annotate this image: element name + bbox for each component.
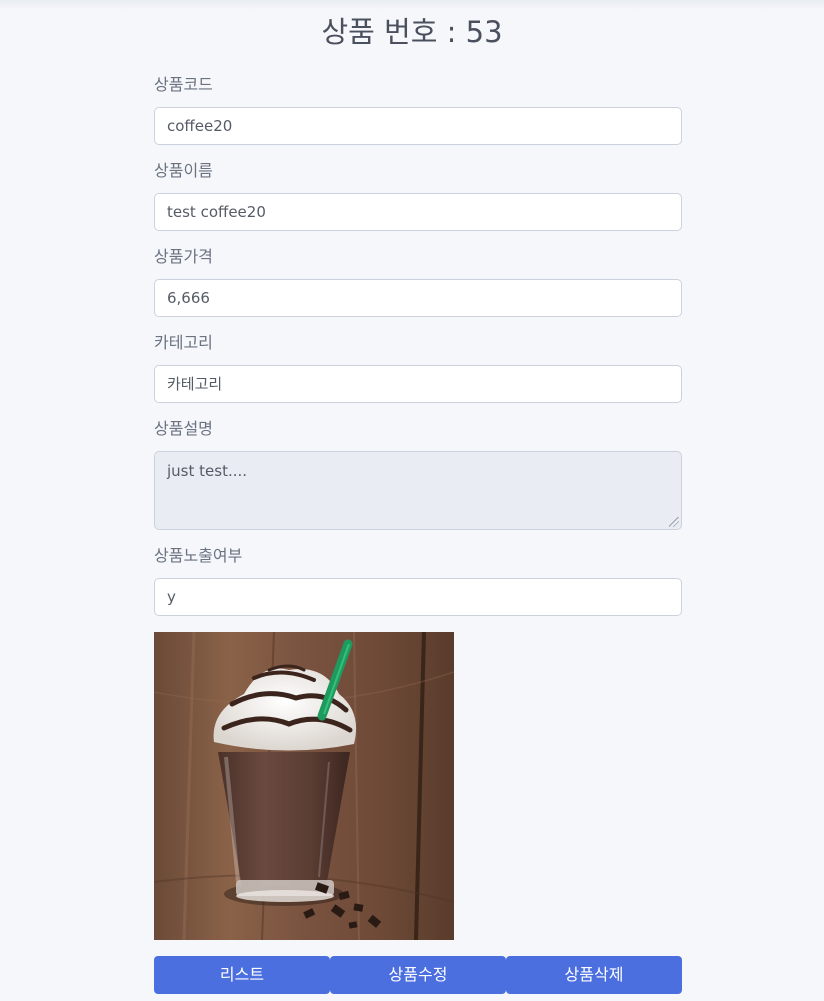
product-description-text: just test.... xyxy=(167,462,248,480)
product-code-input[interactable]: coffee20 xyxy=(154,107,682,145)
category-input[interactable]: 카테고리 xyxy=(154,365,682,403)
product-description-label: 상품설명 xyxy=(154,419,213,438)
action-buttons: 리스트 상품수정 상품삭제 xyxy=(154,956,682,994)
product-code-label: 상품코드 xyxy=(154,75,213,94)
product-price-label: 상품가격 xyxy=(154,247,213,266)
product-name-input[interactable]: test coffee20 xyxy=(154,193,682,231)
product-image xyxy=(154,632,454,940)
product-price-input[interactable]: 6,666 xyxy=(154,279,682,317)
list-button[interactable]: 리스트 xyxy=(154,956,330,994)
product-description-textarea[interactable]: just test.... xyxy=(154,451,682,530)
edit-product-button[interactable]: 상품수정 xyxy=(330,956,506,994)
resize-grip-icon[interactable] xyxy=(669,517,679,527)
display-status-input[interactable]: y xyxy=(154,578,682,616)
display-status-label: 상품노출여부 xyxy=(154,546,243,565)
page-title: 상품 번호 : 53 xyxy=(321,15,503,49)
product-name-label: 상품이름 xyxy=(154,161,213,180)
frappuccino-photo xyxy=(154,632,454,940)
top-shadow xyxy=(0,0,824,10)
delete-product-button[interactable]: 상품삭제 xyxy=(506,956,682,994)
category-label: 카테고리 xyxy=(154,333,213,352)
